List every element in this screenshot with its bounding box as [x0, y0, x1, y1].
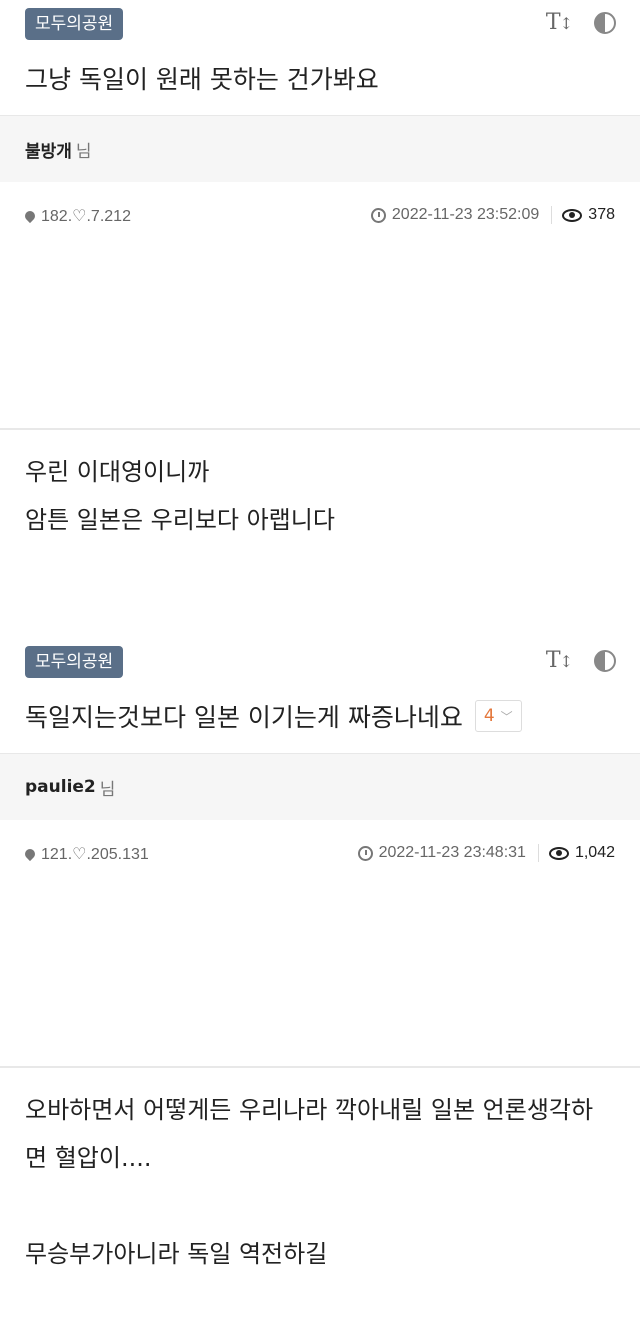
post-header: 모두의공원 T↕ 독일지는것보다 일본 이기는게 짜증나네요 4 ﹀ [0, 638, 640, 753]
ip-address: 182.♡.7.212 [41, 208, 131, 225]
body-line: 우린 이대영이니까 [25, 458, 210, 486]
view-count: 378 [552, 206, 615, 224]
contrast-icon[interactable] [594, 649, 616, 672]
comment-count-button[interactable]: 4 ﹀ [474, 700, 522, 732]
view-tools: T↕ [546, 648, 616, 673]
post-body: 오바하면서 어떻게든 우리나라 깍아내릴 일본 언론생각하 면 혈압이.... … [0, 1068, 640, 1278]
post-1: 모두의공원 T↕ 그냥 독일이 원래 못하는 건가봐요 불방개 님 182.♡.… [0, 0, 640, 638]
body-line: 오바하면서 어떻게든 우리나라 깍아내릴 일본 언론생각하 [25, 1096, 594, 1124]
post-meta: 121.♡.205.131 2022-11-23 23:48:31 1,042 [0, 820, 640, 886]
body-line: 면 혈압이.... [25, 1144, 152, 1172]
body-blank-line [25, 1182, 615, 1230]
post-title-text: 독일지는것보다 일본 이기는게 짜증나네요 [25, 703, 463, 732]
post-2: 모두의공원 T↕ 독일지는것보다 일본 이기는게 짜증나네요 4 ﹀ pauli… [0, 638, 640, 1278]
clock-icon [357, 845, 373, 861]
post-body: 우린 이대영이니까 암튼 일본은 우리보다 아랩니다 [0, 430, 640, 638]
location-pin-icon [22, 208, 38, 224]
font-size-icon[interactable]: T↕ [546, 648, 573, 673]
view-count: 1,042 [539, 844, 615, 862]
eye-icon [548, 846, 569, 860]
content-spacer [0, 886, 640, 1068]
meta-right: 2022-11-23 23:48:31 1,042 [357, 844, 615, 862]
view-count-value: 378 [588, 206, 615, 223]
post-title: 그냥 독일이 원래 못하는 건가봐요 [25, 60, 379, 96]
author-bar: paulie2 님 [0, 753, 640, 820]
view-tools: T↕ [546, 10, 616, 35]
author-name[interactable]: 불방개 [25, 137, 72, 162]
body-line: 암튼 일본은 우리보다 아랩니다 [25, 506, 335, 534]
post-datetime: 2022-11-23 23:48:31 [378, 844, 526, 861]
view-count-value: 1,042 [574, 844, 615, 861]
ip-info: 121.♡.205.131 [22, 844, 149, 864]
location-pin-icon [22, 846, 38, 862]
meta-right: 2022-11-23 23:52:09 378 [370, 206, 615, 224]
eye-icon [562, 208, 583, 222]
post-title-text: 그냥 독일이 원래 못하는 건가봐요 [25, 65, 379, 94]
author-suffix: 님 [99, 779, 116, 800]
ip-address: 121.♡.205.131 [41, 846, 149, 863]
post-meta: 182.♡.7.212 2022-11-23 23:52:09 378 [0, 182, 640, 248]
board-badge[interactable]: 모두의공원 [25, 646, 124, 678]
author-name[interactable]: paulie2 [25, 777, 96, 797]
contrast-icon[interactable] [594, 11, 616, 34]
post-header: 모두의공원 T↕ 그냥 독일이 원래 못하는 건가봐요 [0, 0, 640, 115]
post-datetime: 2022-11-23 23:52:09 [391, 206, 540, 223]
font-size-icon[interactable]: T↕ [546, 10, 573, 35]
ip-info: 182.♡.7.212 [22, 206, 131, 226]
post-time: 2022-11-23 23:52:09 [370, 206, 553, 224]
post-title: 독일지는것보다 일본 이기는게 짜증나네요 4 ﹀ [25, 698, 522, 734]
comment-count: 4 [483, 706, 495, 726]
content-spacer [0, 248, 640, 430]
body-line: 무승부가아니라 독일 역전하길 [25, 1240, 328, 1268]
board-badge[interactable]: 모두의공원 [25, 8, 124, 40]
clock-icon [370, 207, 386, 223]
author-bar: 불방개 님 [0, 115, 640, 182]
author-suffix: 님 [75, 141, 92, 162]
post-time: 2022-11-23 23:48:31 [357, 844, 539, 862]
chevron-down-icon: ﹀ [500, 709, 513, 724]
